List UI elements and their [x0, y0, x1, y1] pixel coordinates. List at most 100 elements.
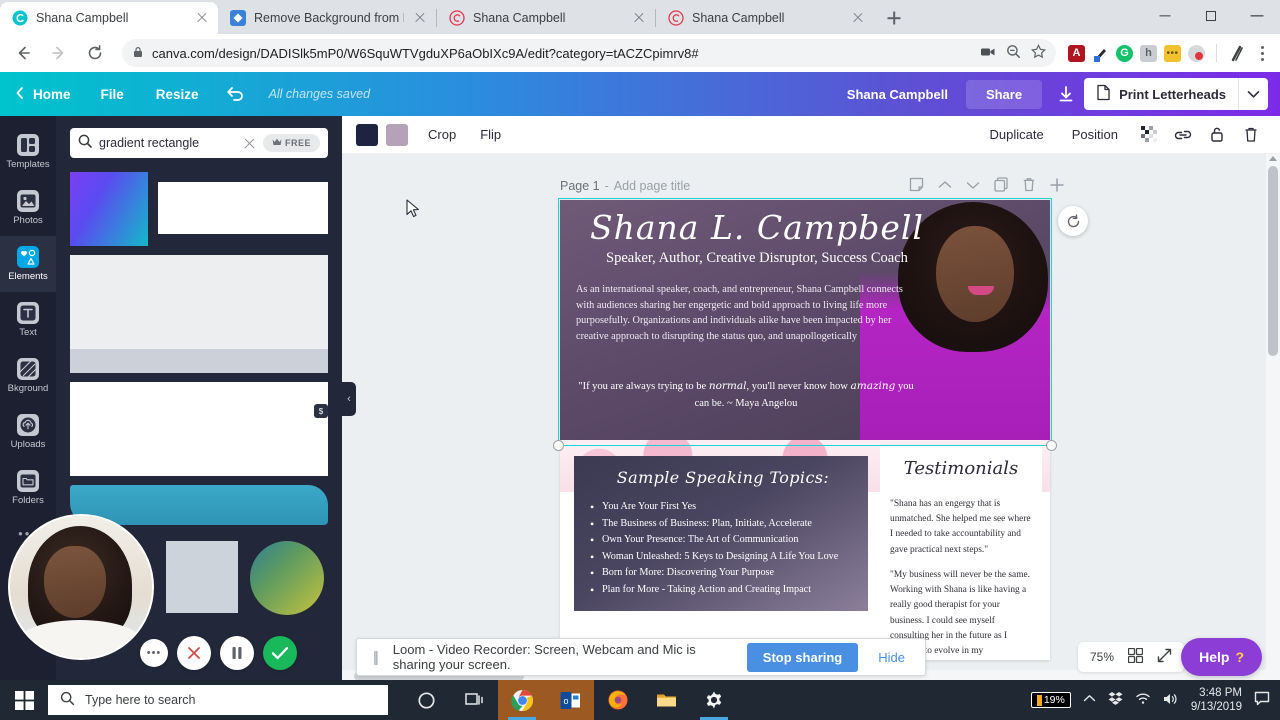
free-filter-badge[interactable]: FREE	[262, 134, 320, 152]
color-swatch-secondary[interactable]	[386, 123, 408, 146]
sidebar-item-elements[interactable]: Elements	[0, 236, 56, 292]
search-box[interactable]: FREE	[70, 128, 328, 158]
transparency-icon[interactable]	[1134, 120, 1164, 150]
red-circle-extension[interactable]	[1188, 44, 1205, 62]
hide-button[interactable]: Hide	[868, 650, 915, 665]
dropbox-icon[interactable]	[1108, 691, 1123, 709]
volume-icon[interactable]	[1163, 692, 1179, 709]
rotate-icon[interactable]	[1058, 206, 1088, 236]
chevron-down-icon[interactable]	[1238, 78, 1268, 110]
reload-icon[interactable]	[80, 38, 110, 68]
add-page-icon[interactable]	[1050, 177, 1064, 195]
download-icon[interactable]	[1048, 72, 1084, 116]
home-button[interactable]: Home	[14, 86, 85, 103]
file-explorer-icon[interactable]	[642, 680, 690, 720]
move-up-icon[interactable]	[938, 179, 952, 193]
settings-icon[interactable]	[690, 680, 738, 720]
sidebar-item-uploads[interactable]: Uploads	[0, 404, 56, 460]
result-gray-square[interactable]	[166, 541, 238, 613]
clear-x-icon[interactable]	[243, 137, 256, 150]
result-gradient-circle[interactable]	[250, 541, 324, 615]
share-button[interactable]: Share	[965, 79, 1043, 109]
flip-button[interactable]: Flip	[468, 127, 513, 142]
result-white-rect[interactable]	[158, 182, 328, 234]
maximize-button[interactable]	[1188, 0, 1234, 32]
color-swatch-primary[interactable]	[356, 123, 378, 146]
design-page[interactable]: Shana L. Campbell Speaker, Author, Creat…	[560, 200, 1050, 660]
browser-tab-3[interactable]: Shana Campbell	[437, 2, 655, 34]
result-gradient-square[interactable]	[70, 172, 148, 246]
expand-icon[interactable]	[1157, 648, 1172, 666]
help-button[interactable]: Help ?	[1181, 638, 1262, 676]
zoom-level[interactable]: 75%	[1090, 650, 1114, 664]
sidebar-item-text[interactable]: Text	[0, 292, 56, 348]
notifications-icon[interactable]	[1254, 691, 1270, 709]
menu-resize[interactable]: Resize	[140, 87, 215, 102]
pause-recording-button[interactable]	[220, 636, 254, 670]
browser-tab-4[interactable]: Shana Campbell	[656, 2, 874, 34]
duplicate-button[interactable]: Duplicate	[978, 127, 1056, 142]
duplicate-page-icon[interactable]	[994, 177, 1008, 195]
close-icon[interactable]	[850, 10, 866, 26]
yellow-dots-extension[interactable]: •••	[1164, 44, 1181, 62]
undo-arrow-icon[interactable]	[215, 84, 255, 105]
pen-extension[interactable]	[1092, 45, 1109, 62]
close-icon[interactable]	[194, 10, 210, 26]
browser-tab-2[interactable]: Remove Background from Image	[218, 2, 436, 34]
sidebar-item-background[interactable]: Bkground	[0, 348, 56, 404]
forward-icon[interactable]	[44, 38, 74, 68]
stop-sharing-button[interactable]: Stop sharing	[746, 642, 859, 672]
taskbar-search[interactable]: Type here to search	[48, 685, 388, 715]
search-input[interactable]	[99, 136, 236, 150]
finish-recording-button[interactable]	[263, 636, 297, 670]
browser-tab-1[interactable]: Shana Campbell	[0, 2, 218, 34]
speaking-topics-card[interactable]: Sample Speaking Topics: You Are Your Fir…	[574, 456, 868, 611]
collapse-panel-button[interactable]: ‹	[342, 382, 356, 416]
close-icon[interactable]	[631, 10, 647, 26]
task-view-icon[interactable]	[450, 680, 498, 720]
window-close-button[interactable]	[1234, 0, 1280, 32]
scroll-up-arrow[interactable]	[1269, 156, 1277, 161]
address-bar[interactable]: canva.com/design/DADISlk5mP0/W6SquWTVgdu…	[122, 39, 1056, 67]
slash-extension[interactable]	[1228, 45, 1245, 62]
webcam-bubble[interactable]	[10, 516, 152, 658]
cortana-icon[interactable]	[402, 680, 450, 720]
adobe-acrobat-extension[interactable]: A	[1068, 44, 1085, 62]
chrome-icon[interactable]	[498, 680, 546, 720]
crop-button[interactable]: Crop	[416, 127, 468, 142]
camera-icon[interactable]	[980, 45, 996, 62]
cancel-recording-button[interactable]	[177, 636, 211, 670]
sidebar-item-templates[interactable]: Templates	[0, 124, 56, 180]
wifi-icon[interactable]	[1135, 692, 1151, 708]
grid-view-icon[interactable]	[1127, 647, 1144, 666]
outlook-icon[interactable]: o	[546, 680, 594, 720]
doc-type-button[interactable]: Print Letterheads	[1084, 78, 1238, 110]
show-hidden-icons[interactable]	[1083, 694, 1096, 706]
zoom-out-icon[interactable]	[1006, 44, 1021, 62]
user-name[interactable]: Shana Campbell	[829, 87, 966, 102]
star-icon[interactable]	[1030, 44, 1047, 62]
canvas-scrollbar-vertical[interactable]	[1266, 154, 1280, 682]
drag-grip-icon[interactable]: ||	[367, 649, 383, 666]
canvas-area[interactable]: Page 1 - Add page title Shana L. Campbel…	[342, 154, 1280, 682]
position-button[interactable]: Position	[1060, 127, 1130, 142]
hero-banner[interactable]: Shana L. Campbell Speaker, Author, Creat…	[560, 200, 1050, 440]
windows-start-icon[interactable]	[0, 680, 48, 720]
honey-extension[interactable]: h	[1140, 44, 1157, 62]
testimonials-card[interactable]: Testimonials "Shana has an engergy that …	[880, 446, 1042, 660]
notes-icon[interactable]	[909, 177, 924, 195]
firefox-icon[interactable]	[594, 680, 642, 720]
back-icon[interactable]	[8, 38, 38, 68]
grammarly-extension[interactable]: G	[1116, 44, 1133, 62]
move-down-icon[interactable]	[966, 179, 980, 193]
close-icon[interactable]	[412, 10, 428, 26]
kebab-menu[interactable]	[1252, 43, 1272, 63]
link-icon[interactable]	[1168, 120, 1198, 150]
lock-icon[interactable]	[1202, 120, 1232, 150]
result-gray-block[interactable]	[70, 255, 328, 373]
trash-icon[interactable]	[1236, 120, 1266, 150]
menu-file[interactable]: File	[85, 87, 140, 102]
more-options-icon[interactable]: •••	[140, 639, 168, 667]
sidebar-item-photos[interactable]: Photos	[0, 180, 56, 236]
scrollbar-thumb[interactable]	[1268, 166, 1278, 356]
